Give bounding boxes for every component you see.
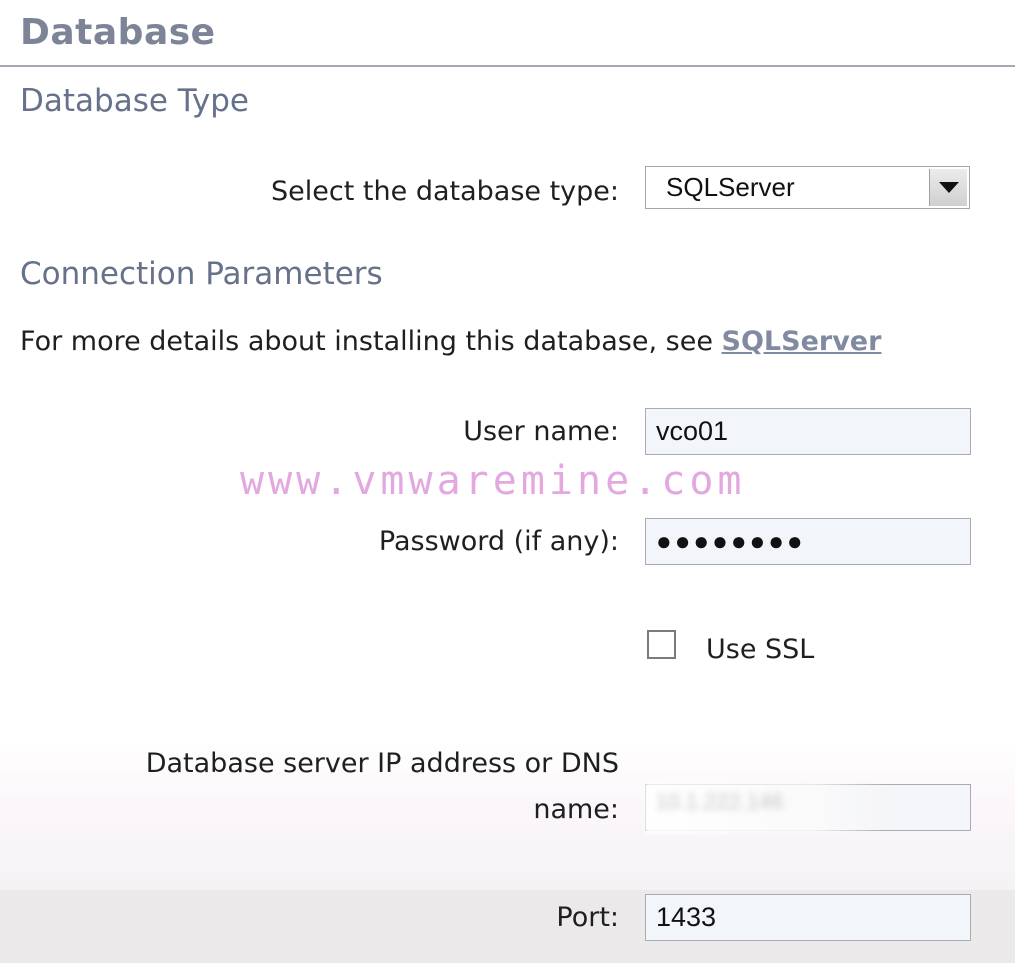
user-name-label: User name:: [463, 416, 619, 447]
server-address-label: Database server IP address or DNS name:: [145, 748, 619, 825]
server-address-value: 10.1.222.146: [655, 789, 784, 814]
page-title: Database: [20, 12, 216, 53]
install-info-prefix: For more details about installing this d…: [20, 326, 722, 357]
chevron-down-icon[interactable]: [929, 169, 967, 206]
section-heading-database-type: Database Type: [20, 83, 249, 119]
title-divider: [0, 65, 1015, 67]
server-address-blurred-value: 10.1.222.146: [645, 783, 885, 833]
port-label: Port:: [556, 902, 619, 933]
use-ssl-checkbox[interactable]: [647, 630, 676, 659]
use-ssl-label: Use SSL: [706, 634, 815, 665]
section-heading-connection-parameters: Connection Parameters: [20, 256, 383, 292]
sqlserver-doc-link[interactable]: SQLServer: [722, 326, 882, 357]
install-info-text: For more details about installing this d…: [20, 326, 881, 357]
database-type-label: Select the database type:: [271, 176, 619, 207]
user-name-field[interactable]: vco01: [645, 408, 971, 455]
database-type-selected-value: SQLServer: [666, 172, 795, 202]
port-field[interactable]: 1433: [645, 894, 971, 941]
watermark-text: www.vmwaremine.com: [240, 458, 746, 504]
password-label: Password (if any):: [378, 526, 619, 557]
password-field[interactable]: ●●●●●●●●: [645, 518, 971, 565]
database-type-select[interactable]: SQLServer: [645, 166, 970, 209]
